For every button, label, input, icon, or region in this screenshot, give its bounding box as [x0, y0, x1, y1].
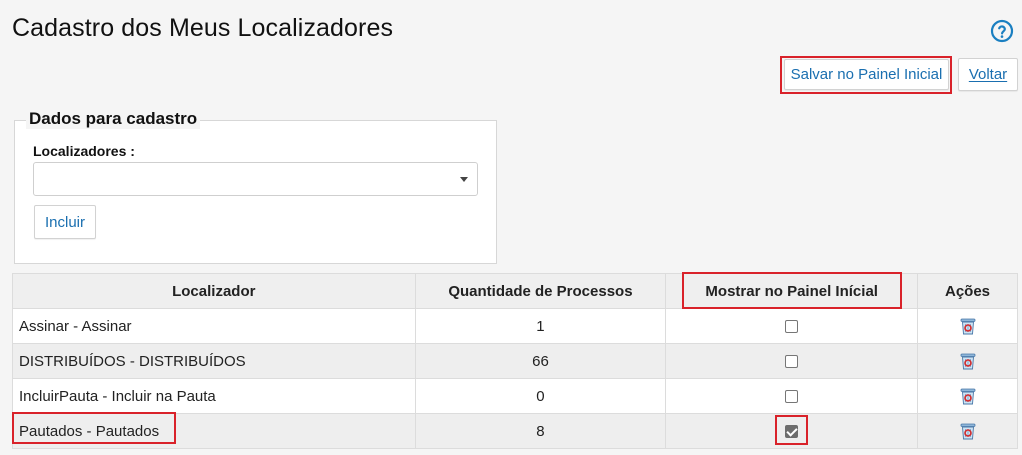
trash-icon[interactable] — [958, 386, 978, 406]
trash-icon[interactable] — [958, 316, 978, 336]
cell-acoes — [917, 413, 1018, 449]
table-header-row: Localizador Quantidade de Processos Most… — [12, 273, 1018, 309]
cell-quantidade: 0 — [414, 378, 667, 414]
cell-quantidade: 1 — [414, 308, 667, 344]
save-to-home-panel-button[interactable]: Salvar no Painel Inicial — [784, 59, 949, 90]
localizadores-table: Localizador Quantidade de Processos Most… — [12, 273, 1018, 449]
include-button[interactable]: Incluir — [34, 205, 96, 239]
column-header-acoes: Ações — [917, 273, 1018, 309]
cell-mostrar — [665, 308, 919, 344]
table-row: IncluirPauta - Incluir na Pauta 0 — [12, 378, 1018, 414]
cell-localizador: Pautados - Pautados — [12, 413, 416, 449]
column-header-mostrar[interactable]: Mostrar no Painel Inícial — [665, 273, 919, 309]
cell-localizador: DISTRIBUÍDOS - DISTRIBUÍDOS — [12, 343, 416, 379]
column-header-quantidade[interactable]: Quantidade de Processos — [414, 273, 667, 309]
cell-acoes — [917, 343, 1018, 379]
localizadores-select[interactable] — [33, 162, 478, 196]
trash-icon[interactable] — [958, 421, 978, 441]
localizadores-label: Localizadores : — [33, 143, 135, 159]
cell-quantidade: 8 — [414, 413, 667, 449]
show-on-panel-checkbox[interactable] — [785, 425, 799, 439]
trash-icon[interactable] — [958, 351, 978, 371]
table-row: DISTRIBUÍDOS - DISTRIBUÍDOS 66 — [12, 343, 1018, 379]
cell-localizador: Assinar - Assinar — [12, 308, 416, 344]
help-icon[interactable] — [990, 19, 1014, 43]
back-button[interactable]: Voltar — [958, 58, 1018, 91]
cell-mostrar — [665, 378, 919, 414]
cell-acoes — [917, 378, 1018, 414]
cell-localizador: IncluirPauta - Incluir na Pauta — [12, 378, 416, 414]
cell-mostrar — [665, 343, 919, 379]
show-on-panel-checkbox[interactable] — [785, 320, 799, 334]
cell-acoes — [917, 308, 1018, 344]
caret-down-icon — [460, 177, 468, 182]
table-row: Assinar - Assinar 1 — [12, 308, 1018, 344]
cell-quantidade: 66 — [414, 343, 667, 379]
fieldset-legend: Dados para cadastro — [26, 109, 201, 129]
show-on-panel-checkbox[interactable] — [785, 390, 799, 404]
page-title: Cadastro dos Meus Localizadores — [12, 14, 394, 42]
show-on-panel-checkbox[interactable] — [785, 355, 799, 369]
column-header-localizador[interactable]: Localizador — [12, 273, 416, 309]
table-row: Pautados - Pautados 8 — [12, 413, 1018, 449]
cell-mostrar — [665, 413, 919, 449]
